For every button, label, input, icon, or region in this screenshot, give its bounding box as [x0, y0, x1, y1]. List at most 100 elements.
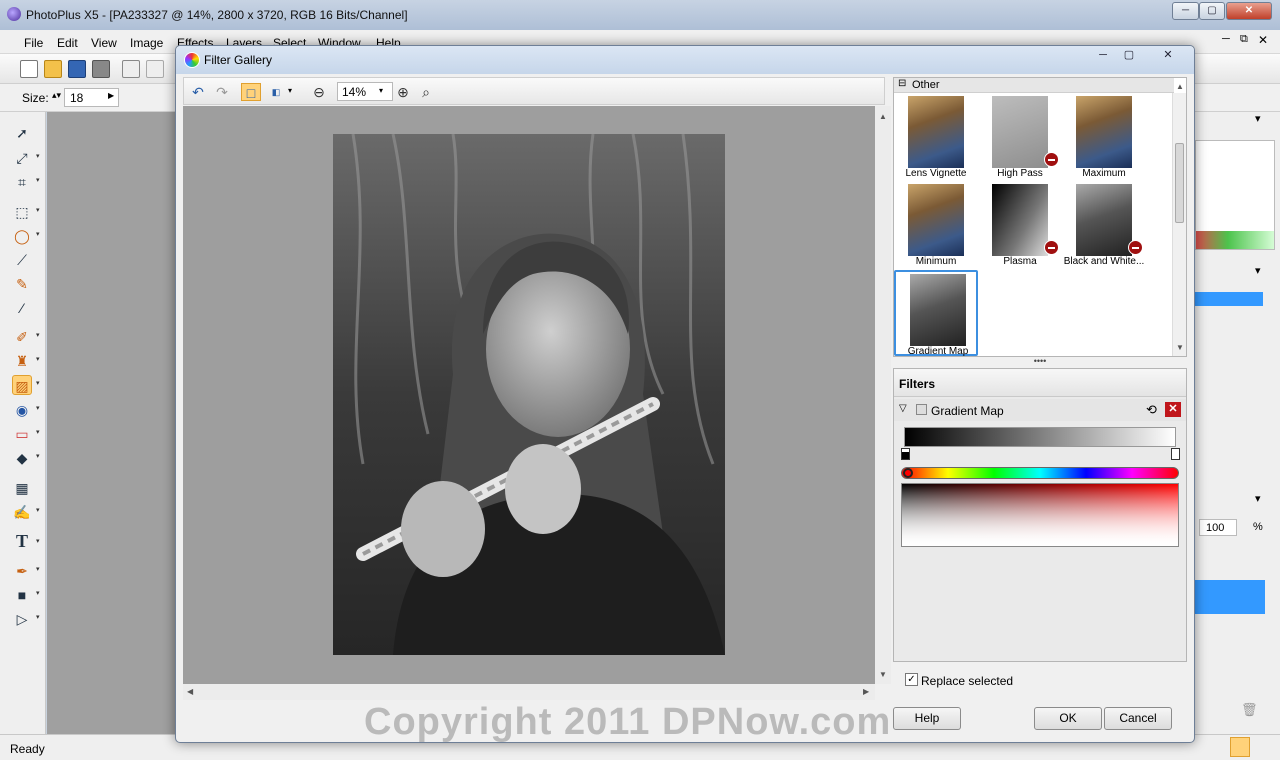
lasso-tool-icon[interactable]: ◯	[12, 226, 32, 246]
zoom-dropdown-icon[interactable]: ▾	[379, 86, 383, 95]
eraser-tool-icon[interactable]: ▭	[12, 424, 32, 444]
gradient-preview-bar[interactable]	[904, 427, 1176, 447]
mdi-close-icon[interactable]: ✕	[1258, 33, 1268, 47]
size-spin-icon[interactable]: ▴▾	[52, 90, 61, 101]
filter-thumbnail[interactable]: High Pass	[978, 94, 1062, 180]
rectangle-selection-tool-icon[interactable]: ⬚	[12, 202, 32, 222]
help-button[interactable]: Help	[893, 707, 961, 730]
ok-button[interactable]: OK	[1034, 707, 1102, 730]
panel-splitter[interactable]: ••••	[893, 357, 1187, 367]
zoom-out-icon[interactable]: ⊖	[309, 83, 329, 101]
scroll-down-arrow-icon[interactable]: ▼	[879, 670, 887, 679]
undo-icon[interactable]: ↶	[188, 83, 208, 101]
scroll-up-arrow-icon[interactable]: ▲	[1176, 82, 1184, 91]
tool-flyout-arrow-icon[interactable]: ▾	[36, 452, 40, 460]
saturation-value-picker[interactable]	[901, 483, 1179, 547]
zoom-to-fit-icon[interactable]: ⌕	[416, 83, 436, 101]
color-pickup-tool-icon[interactable]: ⁄	[12, 298, 32, 318]
app-close-button[interactable]: ✕	[1226, 2, 1272, 20]
filter-thumbnail[interactable]: Gradient Map	[894, 270, 978, 357]
preview-horizontal-scrollbar[interactable]: ◀ ▶	[183, 684, 875, 700]
tool-flyout-arrow-icon[interactable]: ▾	[36, 537, 40, 545]
move-tool-icon[interactable]: ➚	[12, 123, 32, 143]
filter-thumbnail[interactable]: Black and White...	[1062, 182, 1146, 268]
scrollbar-thumb[interactable]	[1175, 143, 1184, 223]
menu-edit[interactable]: Edit	[57, 36, 78, 50]
pen-tool-icon[interactable]: ✒	[12, 561, 32, 581]
tool-flyout-arrow-icon[interactable]: ▾	[36, 613, 40, 621]
menu-file[interactable]: File	[24, 36, 43, 50]
category-header[interactable]: ⊟ Other	[894, 78, 1174, 93]
new-file-icon[interactable]	[20, 60, 38, 78]
menu-image[interactable]: Image	[130, 36, 163, 50]
app-minimize-button[interactable]: ─	[1172, 2, 1199, 20]
crop-tool-icon[interactable]: ⌗	[12, 172, 32, 192]
layers-selected-row[interactable]	[1195, 292, 1263, 306]
menu-view[interactable]: View	[91, 36, 117, 50]
filter-visibility-checkbox[interactable]	[916, 404, 927, 415]
scroll-right-arrow-icon[interactable]: ▶	[863, 687, 869, 696]
active-filter-row[interactable]: ▽ Gradient Map ⟲ ✕	[894, 399, 1186, 421]
opacity-input[interactable]: 100	[1199, 519, 1237, 536]
dialog-maximize-button[interactable]: ▢	[1116, 48, 1142, 65]
mdi-restore-icon[interactable]: ⧉	[1240, 33, 1248, 46]
tool-flyout-arrow-icon[interactable]: ▾	[36, 206, 40, 214]
zoom-in-icon[interactable]: ⊕	[393, 83, 413, 101]
preview-mode-dropdown-icon[interactable]: ▾	[288, 86, 292, 95]
reset-filter-icon[interactable]: ⟲	[1146, 402, 1157, 418]
node-edit-tool-icon[interactable]: ▷	[12, 609, 32, 629]
tool-flyout-arrow-icon[interactable]: ▾	[36, 428, 40, 436]
paste-icon[interactable]	[146, 60, 164, 78]
red-eye-tool-icon[interactable]: ◉	[12, 400, 32, 420]
tool-flyout-arrow-icon[interactable]: ▾	[36, 379, 40, 387]
preview-vertical-scrollbar[interactable]: ▲ ▼	[875, 106, 891, 684]
panel-menu-icon[interactable]: ▾	[1255, 112, 1261, 125]
tool-flyout-arrow-icon[interactable]: ▾	[36, 589, 40, 597]
patch-tool-icon[interactable]: ▨	[12, 375, 32, 395]
filter-thumbnail[interactable]: Minimum	[894, 182, 978, 268]
filter-thumbnail[interactable]: Plasma	[978, 182, 1062, 268]
deform-tool-icon[interactable]: ⤢	[12, 148, 32, 168]
paintbrush-tool-icon[interactable]: ✐	[12, 327, 32, 347]
panel-menu-icon[interactable]: ▾	[1255, 264, 1261, 277]
single-preview-icon[interactable]: □	[241, 83, 261, 101]
tool-flyout-arrow-icon[interactable]: ▾	[36, 355, 40, 363]
hue-slider[interactable]	[901, 467, 1179, 479]
warp-tool-icon[interactable]: ▦	[12, 478, 32, 498]
zoom-select[interactable]: 14%	[337, 82, 393, 101]
navigator-icon[interactable]	[1230, 737, 1250, 757]
layer-thumbnail-selected[interactable]	[1195, 580, 1265, 614]
tool-flyout-arrow-icon[interactable]: ▾	[36, 331, 40, 339]
gradient-stop-black[interactable]	[901, 448, 910, 460]
cancel-button[interactable]: Cancel	[1104, 707, 1172, 730]
fill-tool-icon[interactable]: ◆	[12, 448, 32, 468]
scroll-left-arrow-icon[interactable]: ◀	[187, 687, 193, 696]
shape-tool-icon[interactable]: ■	[12, 585, 32, 605]
trash-icon[interactable]: 🗑	[1241, 702, 1258, 718]
dialog-close-button[interactable]: ✕	[1150, 48, 1186, 65]
clone-tool-icon[interactable]: ♜	[12, 351, 32, 371]
filter-thumbnail[interactable]: Maximum	[1062, 94, 1146, 180]
scroll-down-arrow-icon[interactable]: ▼	[1176, 343, 1184, 352]
remove-filter-icon[interactable]: ✕	[1165, 402, 1181, 417]
save-icon[interactable]	[68, 60, 86, 78]
tool-flyout-arrow-icon[interactable]: ▾	[36, 404, 40, 412]
smudge-tool-icon[interactable]: ✍	[12, 502, 32, 522]
hue-handle[interactable]	[903, 468, 913, 478]
redo-icon[interactable]: ↷	[212, 83, 232, 101]
collapse-icon[interactable]: ⊟	[898, 78, 906, 89]
gradient-stop-white[interactable]	[1171, 448, 1180, 460]
tool-flyout-arrow-icon[interactable]: ▾	[36, 565, 40, 573]
tool-flyout-arrow-icon[interactable]: ▾	[36, 506, 40, 514]
selection-brush-tool-icon[interactable]: ✎	[12, 274, 32, 294]
print-icon[interactable]	[92, 60, 110, 78]
preview-area[interactable]	[183, 106, 875, 684]
open-folder-icon[interactable]	[44, 60, 62, 78]
tool-flyout-arrow-icon[interactable]: ▾	[36, 152, 40, 160]
text-tool-icon[interactable]: T	[12, 531, 32, 551]
filter-thumbnail[interactable]: Lens Vignette	[894, 94, 978, 180]
tool-flyout-arrow-icon[interactable]: ▾	[36, 176, 40, 184]
expand-triangle-icon[interactable]: ▽	[899, 403, 907, 414]
app-maximize-button[interactable]: ▢	[1199, 2, 1225, 20]
magic-wand-tool-icon[interactable]: ⟋	[12, 250, 32, 270]
